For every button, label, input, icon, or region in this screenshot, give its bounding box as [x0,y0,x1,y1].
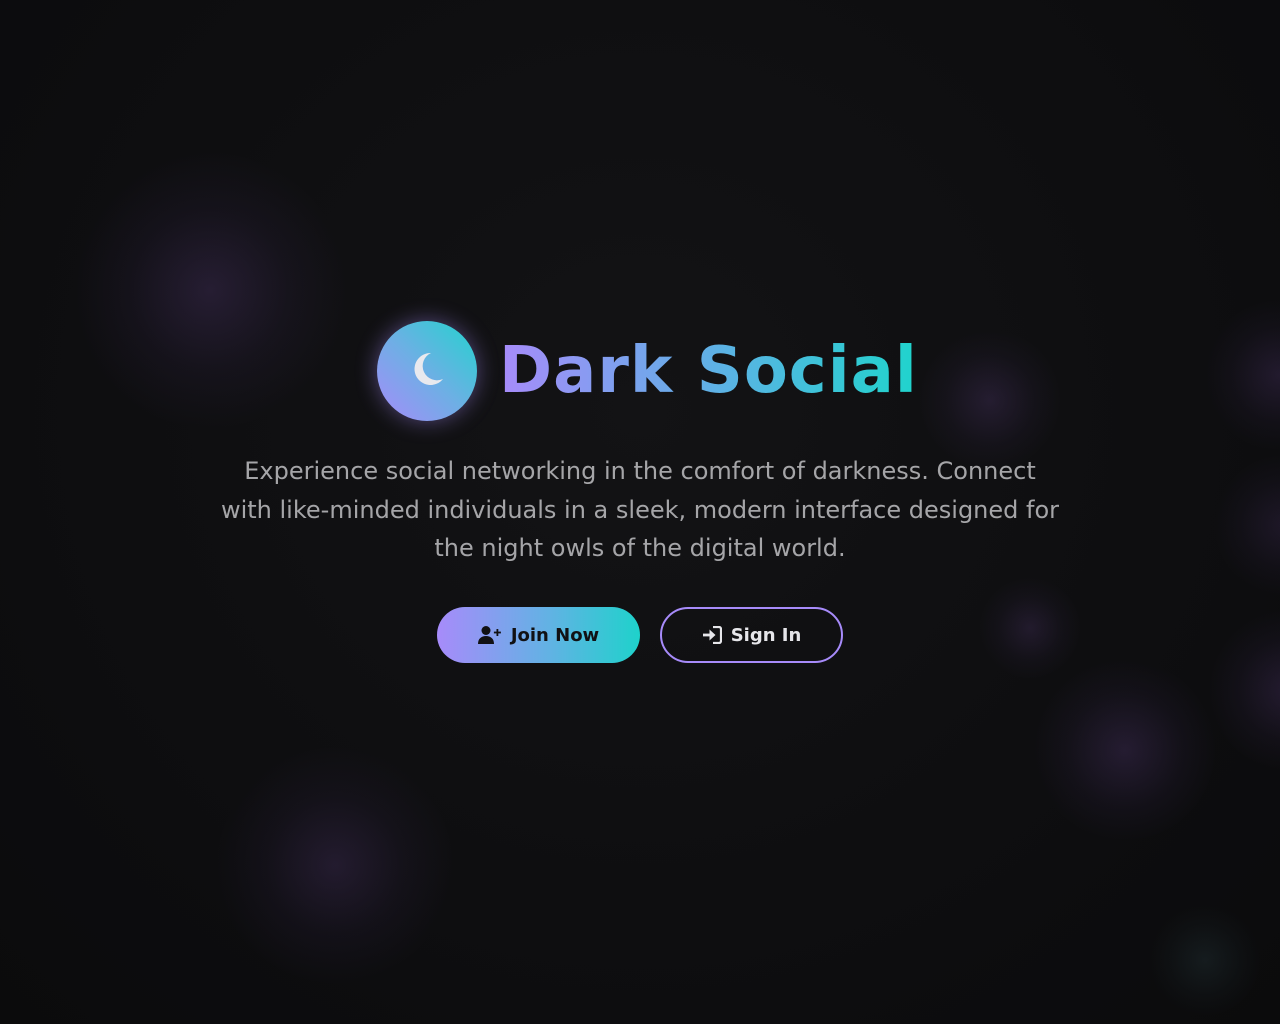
join-now-label: Join Now [510,624,600,646]
join-now-button[interactable]: Join Now [437,607,640,663]
moon-icon [407,349,447,393]
hero-actions: Join Now Sign In [437,607,843,663]
sign-in-button[interactable]: Sign In [660,607,843,663]
brand-title: Dark Social [499,321,918,421]
user-plus-icon [477,625,502,645]
sign-in-label: Sign In [730,624,802,646]
hero-section: Dark Social Experience social networking… [0,0,1280,1024]
hero-tagline: Experience social networking in the comf… [220,457,1060,562]
landing-page: Dark Social Experience social networking… [0,0,1280,1024]
sign-in-icon [702,626,722,644]
brand-logo [377,321,477,421]
brand: Dark Social [377,321,918,421]
